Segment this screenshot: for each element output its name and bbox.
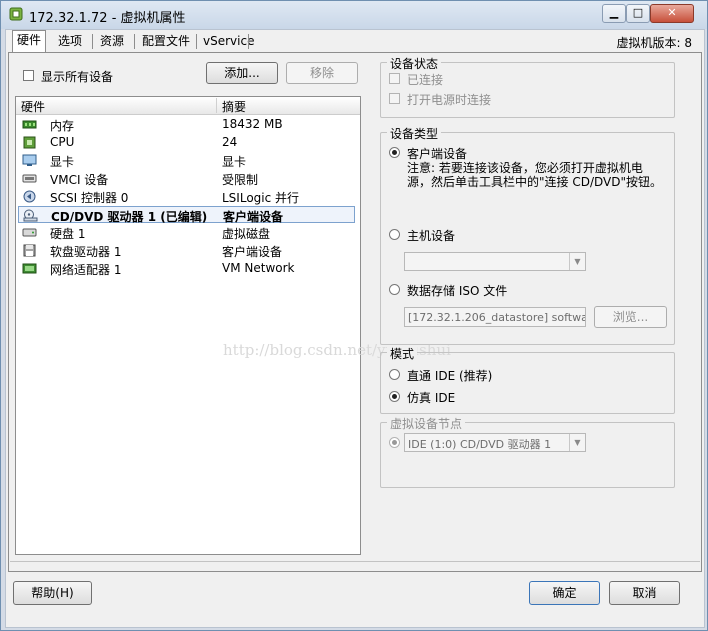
chevron-down-icon: ▼ (569, 253, 585, 270)
add-hardware-button[interactable]: 添加... (206, 62, 278, 84)
hardware-row-network-adapter[interactable]: 网络适配器 1 VM Network (18, 260, 355, 277)
device-status-group: 设备状态 已连接 打开电源时连接 (380, 55, 675, 118)
hardware-summary: 受限制 (222, 173, 259, 187)
hardware-row-memory[interactable]: 内存 18432 MB (18, 116, 355, 133)
hardware-row-vmci[interactable]: VMCI 设备 受限制 (18, 170, 355, 187)
datastore-iso-label: 数据存储 ISO 文件 (407, 284, 508, 298)
hardware-name: 网络适配器 1 (50, 263, 122, 277)
tab-separator (134, 34, 135, 49)
column-header-hardware[interactable]: 硬件 (21, 98, 45, 115)
title-bar[interactable]: 172.32.1.72 - 虚拟机属性 ▁ □ ✕ (1, 1, 707, 29)
iso-path-field[interactable]: [172.32.1.206_datastore] software- (404, 307, 586, 327)
tab-options[interactable]: 选项 (54, 32, 86, 51)
emulate-ide-radio[interactable] (389, 391, 400, 402)
hardware-name: SCSI 控制器 0 (50, 191, 129, 205)
datastore-iso-radio[interactable] (389, 284, 400, 295)
hardware-row-floppy-drive[interactable]: 软盘驱动器 1 客户端设备 (18, 242, 355, 259)
connected-label: 已连接 (407, 73, 444, 87)
tab-profiles[interactable]: 配置文件 (138, 32, 194, 51)
host-device-radio[interactable] (389, 229, 400, 240)
display-icon (22, 154, 37, 166)
hardware-list-header: 硬件 摘要 (16, 97, 360, 115)
connect-at-power-on-checkbox[interactable] (389, 93, 400, 104)
mode-group: 模式 直通 IDE (推荐) 仿真 IDE (380, 345, 675, 414)
hardware-name: CD/DVD 驱动器 1 (已编辑) (51, 210, 208, 224)
hardware-row-cpu[interactable]: CPU 24 (18, 134, 355, 151)
mode-title: 模式 (387, 345, 418, 362)
host-device-select[interactable]: ▼ (404, 252, 586, 271)
show-all-devices-label: 显示所有设备 (41, 70, 114, 84)
iso-path-value: [172.32.1.206_datastore] software- (408, 311, 586, 324)
virtual-device-node-title: 虚拟设备节点 (387, 415, 466, 432)
hardware-name: 软盘驱动器 1 (50, 245, 122, 259)
remove-hardware-button[interactable]: 移除 (286, 62, 358, 84)
device-type-group: 设备类型 客户端设备 注意: 若要连接该设备，您必须打开虚拟机电 源，然后单击工… (380, 125, 675, 345)
host-device-label: 主机设备 (407, 229, 456, 243)
footer-divider (10, 561, 700, 562)
chevron-down-icon: ▼ (569, 434, 585, 451)
vm-properties-window: 172.32.1.72 - 虚拟机属性 ▁ □ ✕ 硬件 选项 资源 配置文件 … (0, 0, 708, 631)
hardware-tab-page: 显示所有设备 添加... 移除 硬件 摘要 内存 18432 MB CPU 24 (8, 52, 702, 572)
hardware-name: CPU (50, 135, 75, 149)
hardware-row-display[interactable]: 显卡 显卡 (18, 152, 355, 169)
window-title: 172.32.1.72 - 虚拟机属性 (29, 11, 186, 26)
hardware-row-cd-dvd-drive[interactable]: CD/DVD 驱动器 1 (已编辑) 客户端设备 (18, 206, 355, 224)
connected-checkbox[interactable] (389, 73, 400, 84)
client-device-radio[interactable] (389, 147, 400, 158)
scsi-icon (23, 190, 36, 203)
emulate-ide-label: 仿真 IDE (407, 391, 456, 405)
network-adapter-icon (22, 263, 37, 274)
hardware-summary: 18432 MB (222, 117, 283, 131)
vmci-icon (22, 174, 37, 183)
connect-at-power-on-label: 打开电源时连接 (407, 93, 492, 107)
tab-hardware[interactable]: 硬件 (12, 30, 47, 53)
virtual-device-node-value: IDE (1:0) CD/DVD 驱动器 1 (408, 438, 552, 451)
maximize-button[interactable]: □ (626, 4, 650, 23)
cancel-button[interactable]: 取消 (609, 581, 680, 605)
hardware-summary: 客户端设备 (223, 210, 284, 224)
column-header-summary[interactable]: 摘要 (222, 98, 246, 115)
cpu-icon (23, 136, 36, 149)
vsphere-app-icon (9, 7, 23, 21)
browse-button[interactable]: 浏览... (594, 306, 667, 328)
minimize-button[interactable]: ▁ (602, 4, 626, 23)
column-divider (216, 98, 217, 113)
hardware-summary: 显卡 (222, 155, 247, 169)
help-button[interactable]: 帮助(H) (13, 581, 92, 605)
hardware-summary: LSILogic 并行 (222, 191, 300, 205)
tab-vservice[interactable]: vService (199, 32, 258, 51)
tab-resources[interactable]: 资源 (96, 32, 128, 51)
memory-icon (22, 120, 37, 129)
dialog-client-area: 硬件 选项 资源 配置文件 vService 虚拟机版本: 8 显示所有设备 添… (5, 29, 705, 628)
ok-button[interactable]: 确定 (529, 581, 600, 605)
tab-separator (248, 34, 249, 49)
tab-separator (196, 34, 197, 49)
hardware-summary: 24 (222, 135, 238, 149)
show-all-devices-checkbox[interactable] (23, 70, 34, 81)
tab-separator (92, 34, 93, 49)
hardware-summary: 虚拟磁盘 (222, 227, 271, 241)
hard-disk-icon (22, 228, 37, 237)
device-status-title: 设备状态 (387, 55, 442, 72)
hardware-summary: 客户端设备 (222, 245, 283, 259)
virtual-device-node-radio[interactable] (389, 437, 400, 448)
hardware-row-scsi-controller[interactable]: SCSI 控制器 0 LSILogic 并行 (18, 188, 355, 205)
client-device-note-line2: 源，然后单击工具栏中的"连接 CD/DVD"按钮。 (407, 175, 662, 189)
floppy-icon (23, 244, 36, 257)
hardware-name: 显卡 (50, 155, 75, 169)
close-button[interactable]: ✕ (650, 4, 694, 23)
virtual-device-node-select[interactable]: IDE (1:0) CD/DVD 驱动器 1 ▼ (404, 433, 586, 452)
cd-dvd-icon (23, 209, 38, 222)
hardware-name: VMCI 设备 (50, 173, 109, 187)
passthrough-ide-label: 直通 IDE (推荐) (407, 369, 493, 383)
hardware-name: 硬盘 1 (50, 227, 86, 241)
hardware-summary: VM Network (222, 261, 295, 275)
hardware-name: 内存 (50, 119, 75, 133)
vm-version-label: 虚拟机版本: 8 (616, 36, 693, 50)
device-type-title: 设备类型 (387, 125, 442, 142)
virtual-device-node-group: 虚拟设备节点 IDE (1:0) CD/DVD 驱动器 1 ▼ (380, 415, 675, 488)
hardware-list: 硬件 摘要 内存 18432 MB CPU 24 显卡 显卡 VMCI 设备 受… (15, 96, 361, 555)
passthrough-ide-radio[interactable] (389, 369, 400, 380)
hardware-row-hard-disk[interactable]: 硬盘 1 虚拟磁盘 (18, 224, 355, 241)
